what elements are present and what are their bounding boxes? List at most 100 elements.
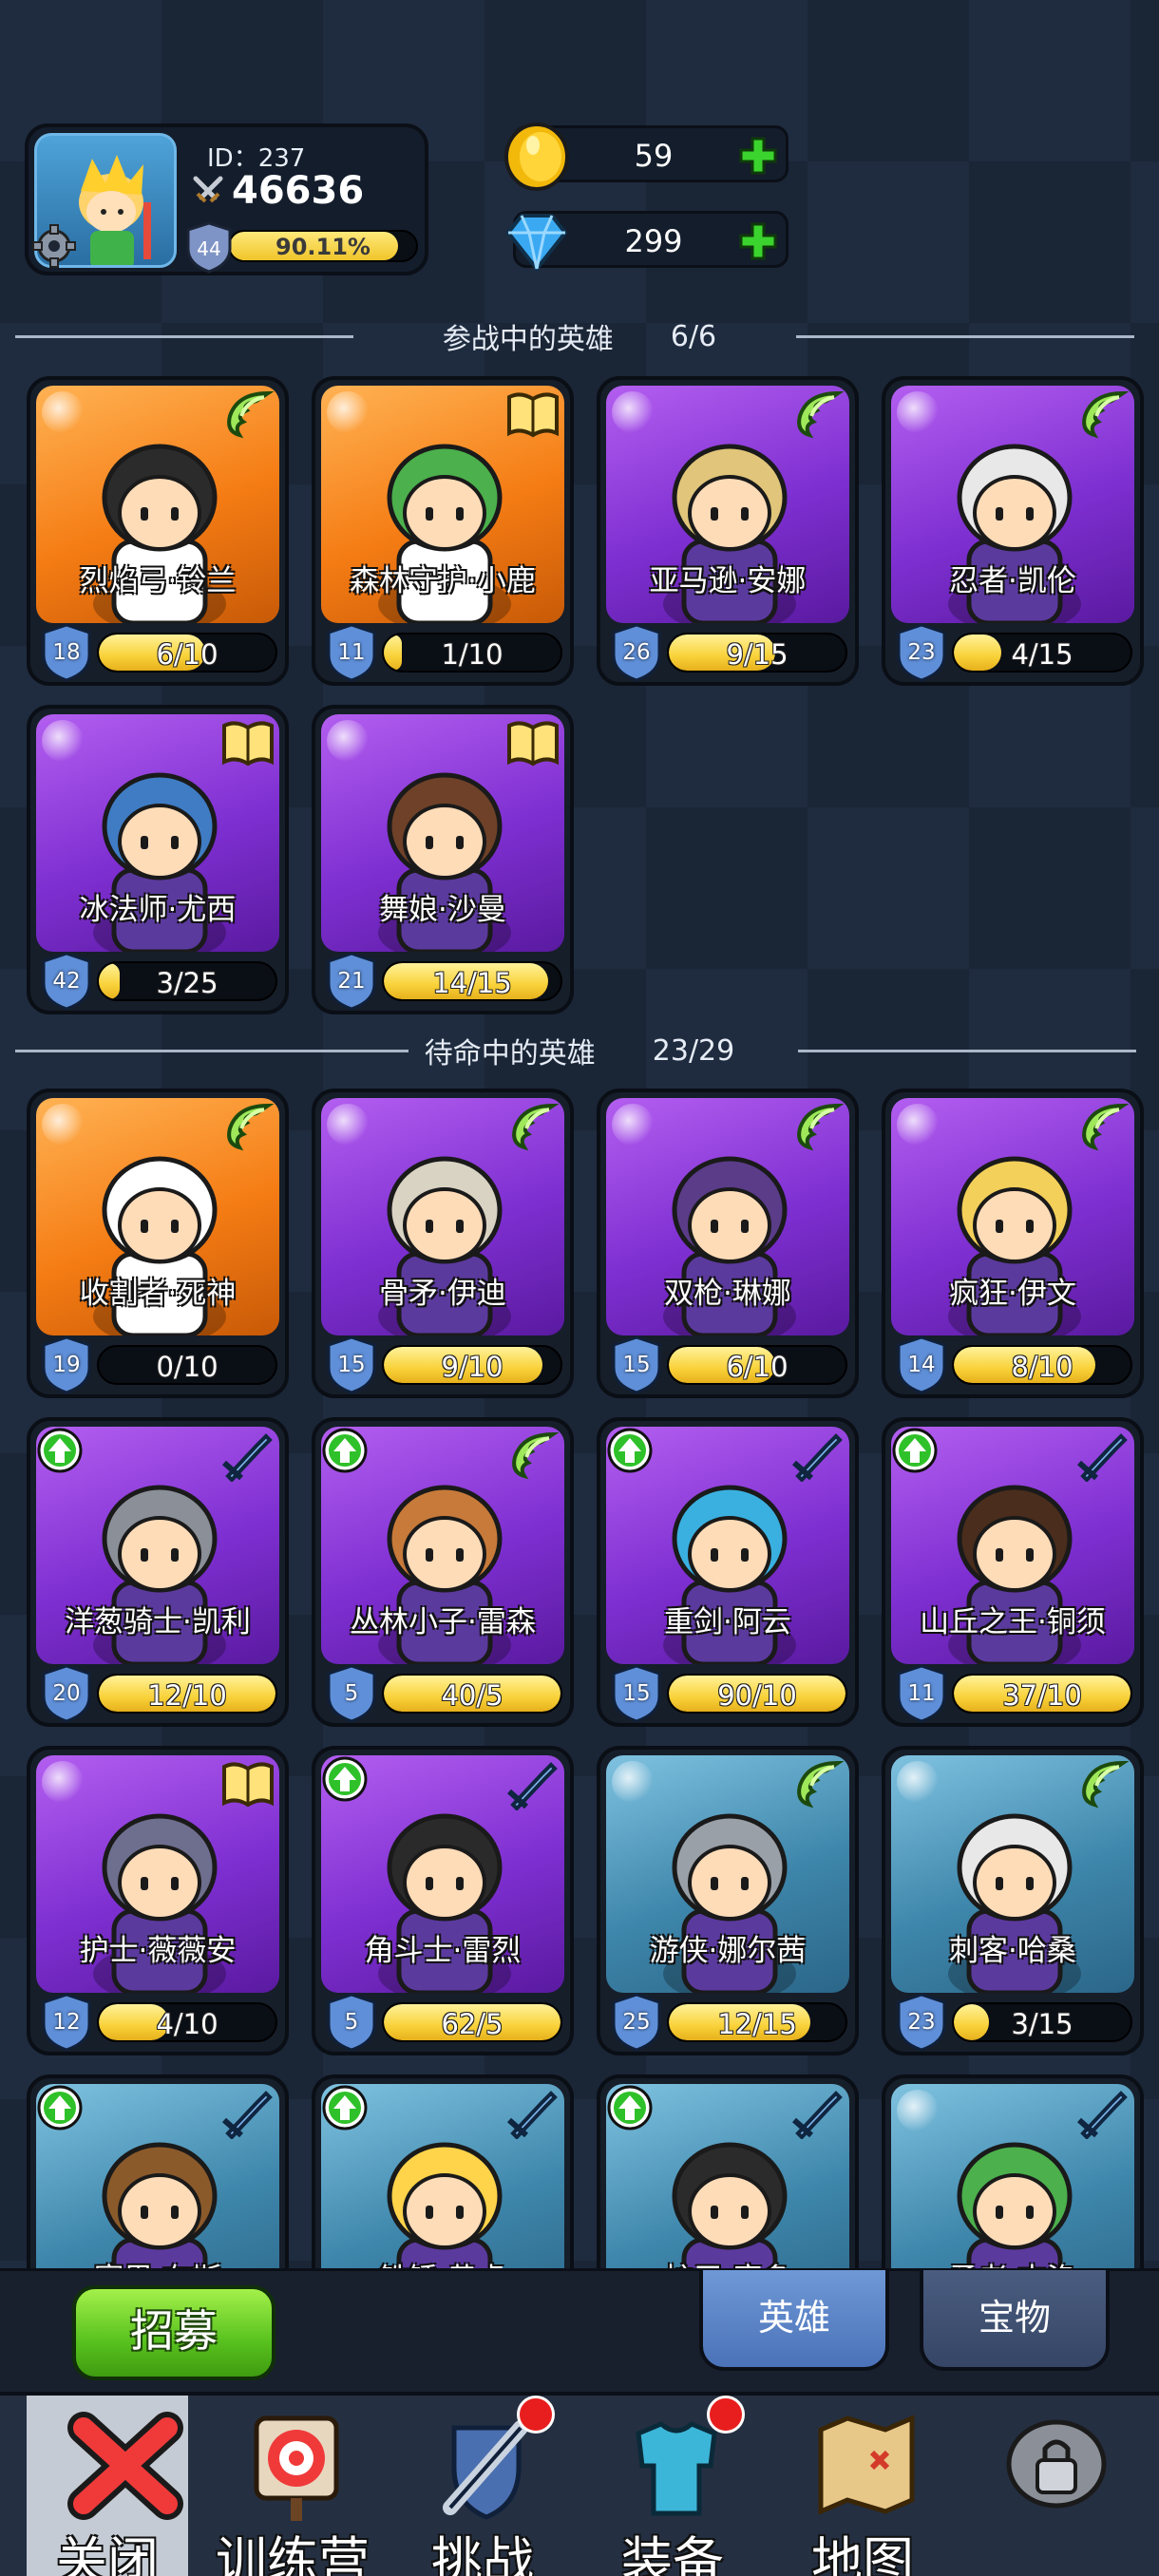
hero-level-badge: 23 <box>895 1993 948 2052</box>
standby-count: 23/29 <box>652 1033 735 1068</box>
sword-icon <box>792 1433 843 1482</box>
hero-card[interactable]: 舞娘·沙曼 21 14/15 <box>312 705 574 1014</box>
hero-card[interactable]: 护士·薇薇安 12 4/10 <box>27 1746 289 2055</box>
hero-card[interactable]: 丛林小子·雷森 5 40/5 <box>312 1417 574 1727</box>
nav-map[interactable]: 地图 <box>768 2396 958 2576</box>
hero-shard-progress: 9/10 <box>382 1345 562 1385</box>
hero-shard-progress: 14/15 <box>382 961 562 1001</box>
hero-name: 舞娘·沙曼 <box>379 893 506 927</box>
hero-level: 11 <box>907 1681 936 1706</box>
tab-heroes[interactable]: 英雄 <box>699 2270 889 2371</box>
hero-name: 疯狂·伊文 <box>949 1277 1076 1311</box>
add-gold-button[interactable] <box>738 136 778 176</box>
hero-card[interactable]: 森林守护·小鹿 11 1/10 <box>312 376 574 686</box>
hero-shard-count: 0/10 <box>156 1351 218 1383</box>
deployed-heroes-header: 参战中的英雄 6/6 <box>0 317 1159 356</box>
hero-card[interactable]: 角斗士·雷烈 5 62/5 <box>312 1746 574 2055</box>
hero-level: 18 <box>52 640 81 665</box>
deployed-count: 6/6 <box>670 319 717 353</box>
hero-level: 11 <box>337 640 366 665</box>
book-icon <box>507 721 559 767</box>
hero-shard-progress: 6/10 <box>97 633 277 672</box>
player-level: 44 <box>197 237 220 260</box>
hero-name: 山丘之王·铜须 <box>920 1605 1106 1639</box>
sword-icon <box>222 2091 273 2139</box>
hero-name: 丛林小子·雷森 <box>350 1605 536 1639</box>
hero-level: 15 <box>622 1353 651 1377</box>
hero-level: 26 <box>622 640 651 665</box>
nav-target[interactable]: 训练营 <box>198 2396 388 2576</box>
hero-level: 15 <box>622 1681 651 1706</box>
hero-card[interactable]: 洋葱骑士·凯利 20 12/10 <box>27 1417 289 1727</box>
hero-level: 19 <box>52 1353 81 1377</box>
hero-shard-progress: 6/10 <box>667 1345 847 1385</box>
hero-card[interactable]: 游侠·娜尔茜 25 12/15 <box>597 1746 859 2055</box>
wing-icon <box>797 1103 845 1151</box>
hero-level: 23 <box>907 640 936 665</box>
hero-level: 21 <box>337 969 366 994</box>
sword-icon <box>1077 1433 1128 1482</box>
hero-level: 14 <box>907 1353 936 1377</box>
nav-sword-shield[interactable]: 挑战 <box>388 2396 578 2576</box>
hero-shard-count: 37/10 <box>1002 1679 1082 1712</box>
add-gems-button[interactable] <box>738 221 778 261</box>
hero-card[interactable]: 忍者·凯伦 23 4/15 <box>882 376 1144 686</box>
gear-icon[interactable] <box>32 224 76 268</box>
hero-name: 双枪·琳娜 <box>664 1277 791 1311</box>
nav-armor[interactable]: 装备 <box>578 2396 768 2576</box>
upgrade-arrow-icon <box>607 1428 653 1473</box>
hero-card[interactable]: 双枪·琳娜 15 6/10 <box>597 1089 859 1398</box>
gem-counter: 299 <box>505 211 788 273</box>
hero-card[interactable]: 冰法师·尤西 42 3/25 <box>27 705 289 1014</box>
hero-card[interactable]: 重剑·阿云 15 90/10 <box>597 1417 859 1727</box>
hero-shard-progress: 4/10 <box>97 2002 277 2042</box>
hero-level: 5 <box>344 2010 359 2035</box>
gold-amount: 59 <box>634 138 674 174</box>
crossed-swords-icon <box>193 176 223 203</box>
wing-icon <box>1082 1103 1130 1151</box>
hero-level-badge: 14 <box>895 1335 948 1394</box>
combat-power: 46636 <box>192 169 364 213</box>
nav-close[interactable]: 关闭 <box>27 2396 188 2576</box>
hero-level: 42 <box>52 969 81 994</box>
hero-level-badge: 20 <box>40 1664 93 1723</box>
hero-shard-count: 6/10 <box>156 638 218 671</box>
hero-card[interactable]: 疯狂·伊文 14 8/10 <box>882 1089 1144 1398</box>
xp-bar: 90.11% <box>228 230 418 262</box>
wing-icon <box>227 390 275 439</box>
close-icon <box>67 2412 183 2520</box>
hero-shard-progress: 3/15 <box>952 2002 1132 2042</box>
tab-treasure[interactable]: 宝物 <box>920 2270 1110 2371</box>
recruit-button[interactable]: 招募 <box>72 2285 276 2380</box>
hero-card[interactable]: 收割者·死神 19 0/10 <box>27 1089 289 1398</box>
hero-name: 忍者·凯伦 <box>949 564 1076 598</box>
wing-icon <box>797 390 845 439</box>
hero-level-badge: 11 <box>325 623 378 682</box>
nav-locked[interactable] <box>958 2396 1148 2576</box>
player-profile-panel[interactable]: ID：237 46636 90.11% 44 <box>25 123 428 275</box>
upgrade-arrow-icon <box>322 1756 368 1802</box>
sword-icon <box>1077 2091 1128 2139</box>
locked-icon <box>1006 2419 1107 2509</box>
hero-name: 烈焰弓·铃兰 <box>79 564 237 598</box>
hero-name: 游侠·娜尔茜 <box>649 1934 807 1968</box>
hero-level-badge: 11 <box>895 1664 948 1723</box>
upgrade-arrow-icon <box>892 1428 938 1473</box>
gold-coin-icon <box>504 123 569 191</box>
sword-icon <box>507 2091 558 2139</box>
hero-shard-count: 3/25 <box>156 967 218 999</box>
hero-card[interactable]: 亚马逊·安娜 26 9/15 <box>597 376 859 686</box>
hero-name: 角斗士·雷烈 <box>364 1934 522 1968</box>
hero-shard-progress: 9/15 <box>667 633 847 672</box>
hero-card[interactable]: 刺客·哈桑 23 3/15 <box>882 1746 1144 2055</box>
hero-level: 23 <box>907 2010 936 2035</box>
standby-title: 待命中的英雄 <box>424 1037 596 1070</box>
hero-card[interactable]: 骨矛·伊迪 15 9/10 <box>312 1089 574 1398</box>
hero-shard-progress: 0/10 <box>97 1345 277 1385</box>
hero-card[interactable]: 山丘之王·铜须 11 37/10 <box>882 1417 1144 1727</box>
hero-name: 刺客·哈桑 <box>949 1934 1076 1968</box>
hero-card[interactable]: 烈焰弓·铃兰 18 6/10 <box>27 376 289 686</box>
target-icon <box>254 2415 339 2521</box>
hero-shard-count: 9/10 <box>441 1351 504 1383</box>
gold-counter: 59 <box>504 123 788 191</box>
